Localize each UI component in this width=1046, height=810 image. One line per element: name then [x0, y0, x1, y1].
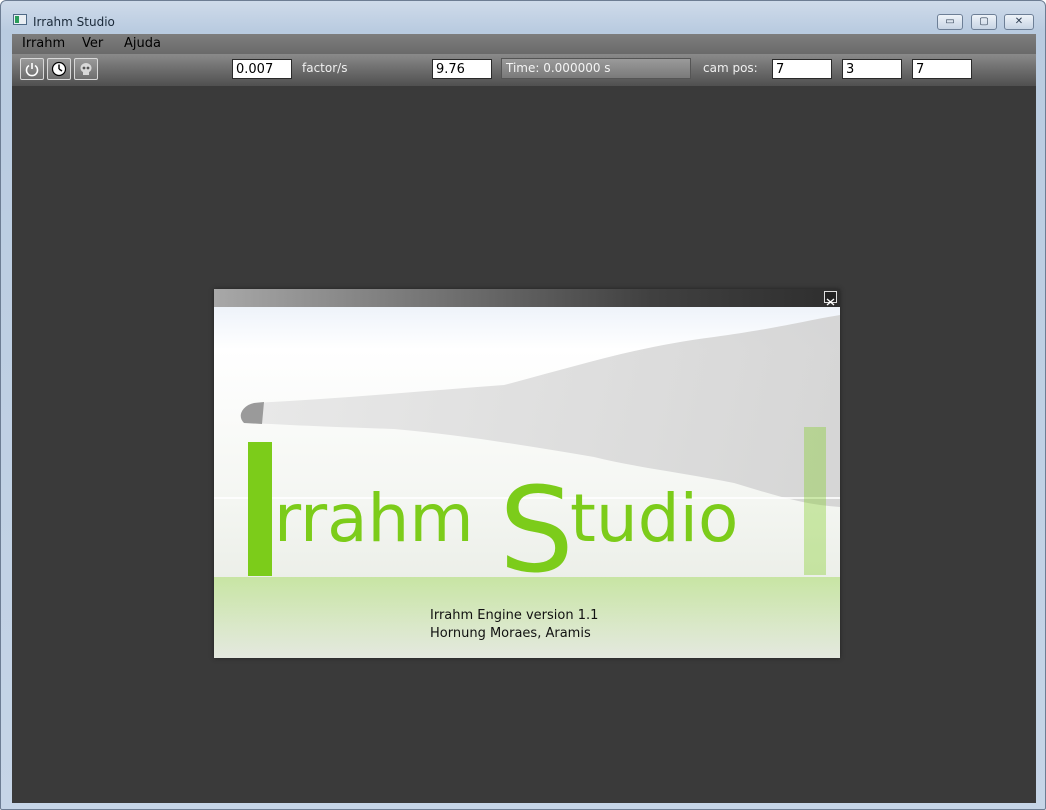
title-bar[interactable]: Irrahm Studio ▭ ▢ ✕ — [1, 1, 1045, 33]
time-display: Time: 0.000000 s — [501, 58, 691, 79]
cam-z-input[interactable] — [912, 59, 972, 79]
second-value-input[interactable] — [432, 59, 492, 79]
close-icon: ✕ — [1014, 16, 1024, 27]
minimize-icon: ▭ — [945, 16, 955, 27]
cam-x-input[interactable] — [772, 59, 832, 79]
menu-bar: Irrahm Ver Ajuda — [12, 34, 1036, 54]
splash-artwork: rrahm S tudio — [214, 307, 840, 658]
cam-pos-label: cam pos: — [703, 61, 758, 75]
client-area: Irrahm Ver Ajuda 0.007 factor/s 9.76 Tim… — [12, 34, 1036, 803]
close-icon — [826, 298, 835, 306]
factor-input[interactable] — [232, 59, 292, 79]
skull-button[interactable] — [74, 58, 98, 80]
clock-button[interactable] — [47, 58, 71, 80]
power-icon — [25, 63, 39, 77]
splash-title-bar[interactable] — [214, 289, 840, 307]
splash-image: rrahm S tudio — [214, 307, 840, 658]
clock-icon — [51, 61, 67, 77]
logo-text-tudio: tudio — [570, 480, 738, 557]
splash-version-text: Irrahm Engine version 1.1 — [430, 608, 599, 623]
toolbar: factor/s Time: 0.000000 s cam pos: — [12, 54, 1036, 86]
splash-close-button[interactable] — [824, 291, 837, 306]
minimize-button[interactable]: ▭ — [937, 14, 963, 30]
power-button[interactable] — [20, 58, 44, 80]
app-window: Irrahm Studio ▭ ▢ ✕ Irrahm Ver Ajuda 0.0… — [0, 0, 1046, 810]
logo-letter-i — [248, 442, 272, 576]
close-button[interactable]: ✕ — [1004, 14, 1034, 30]
logo-right-bar — [804, 427, 826, 575]
menu-irrahm[interactable]: Irrahm — [22, 36, 65, 51]
splash-author-text: Hornung Moraes, Aramis — [430, 626, 591, 641]
window-title: Irrahm Studio — [33, 15, 115, 29]
maximize-button[interactable]: ▢ — [971, 14, 997, 30]
splash-dialog: rrahm S tudio Irrahm Engine version 1.1 … — [214, 289, 840, 658]
maximize-icon: ▢ — [979, 16, 989, 27]
app-icon — [13, 14, 27, 25]
cam-y-input[interactable] — [842, 59, 902, 79]
menu-ajuda[interactable]: Ajuda — [124, 36, 161, 51]
skull-icon — [80, 63, 92, 75]
menu-ver[interactable]: Ver — [82, 36, 103, 51]
factor-label: factor/s — [302, 61, 348, 75]
logo-text-rrahm: rrahm — [274, 480, 474, 557]
